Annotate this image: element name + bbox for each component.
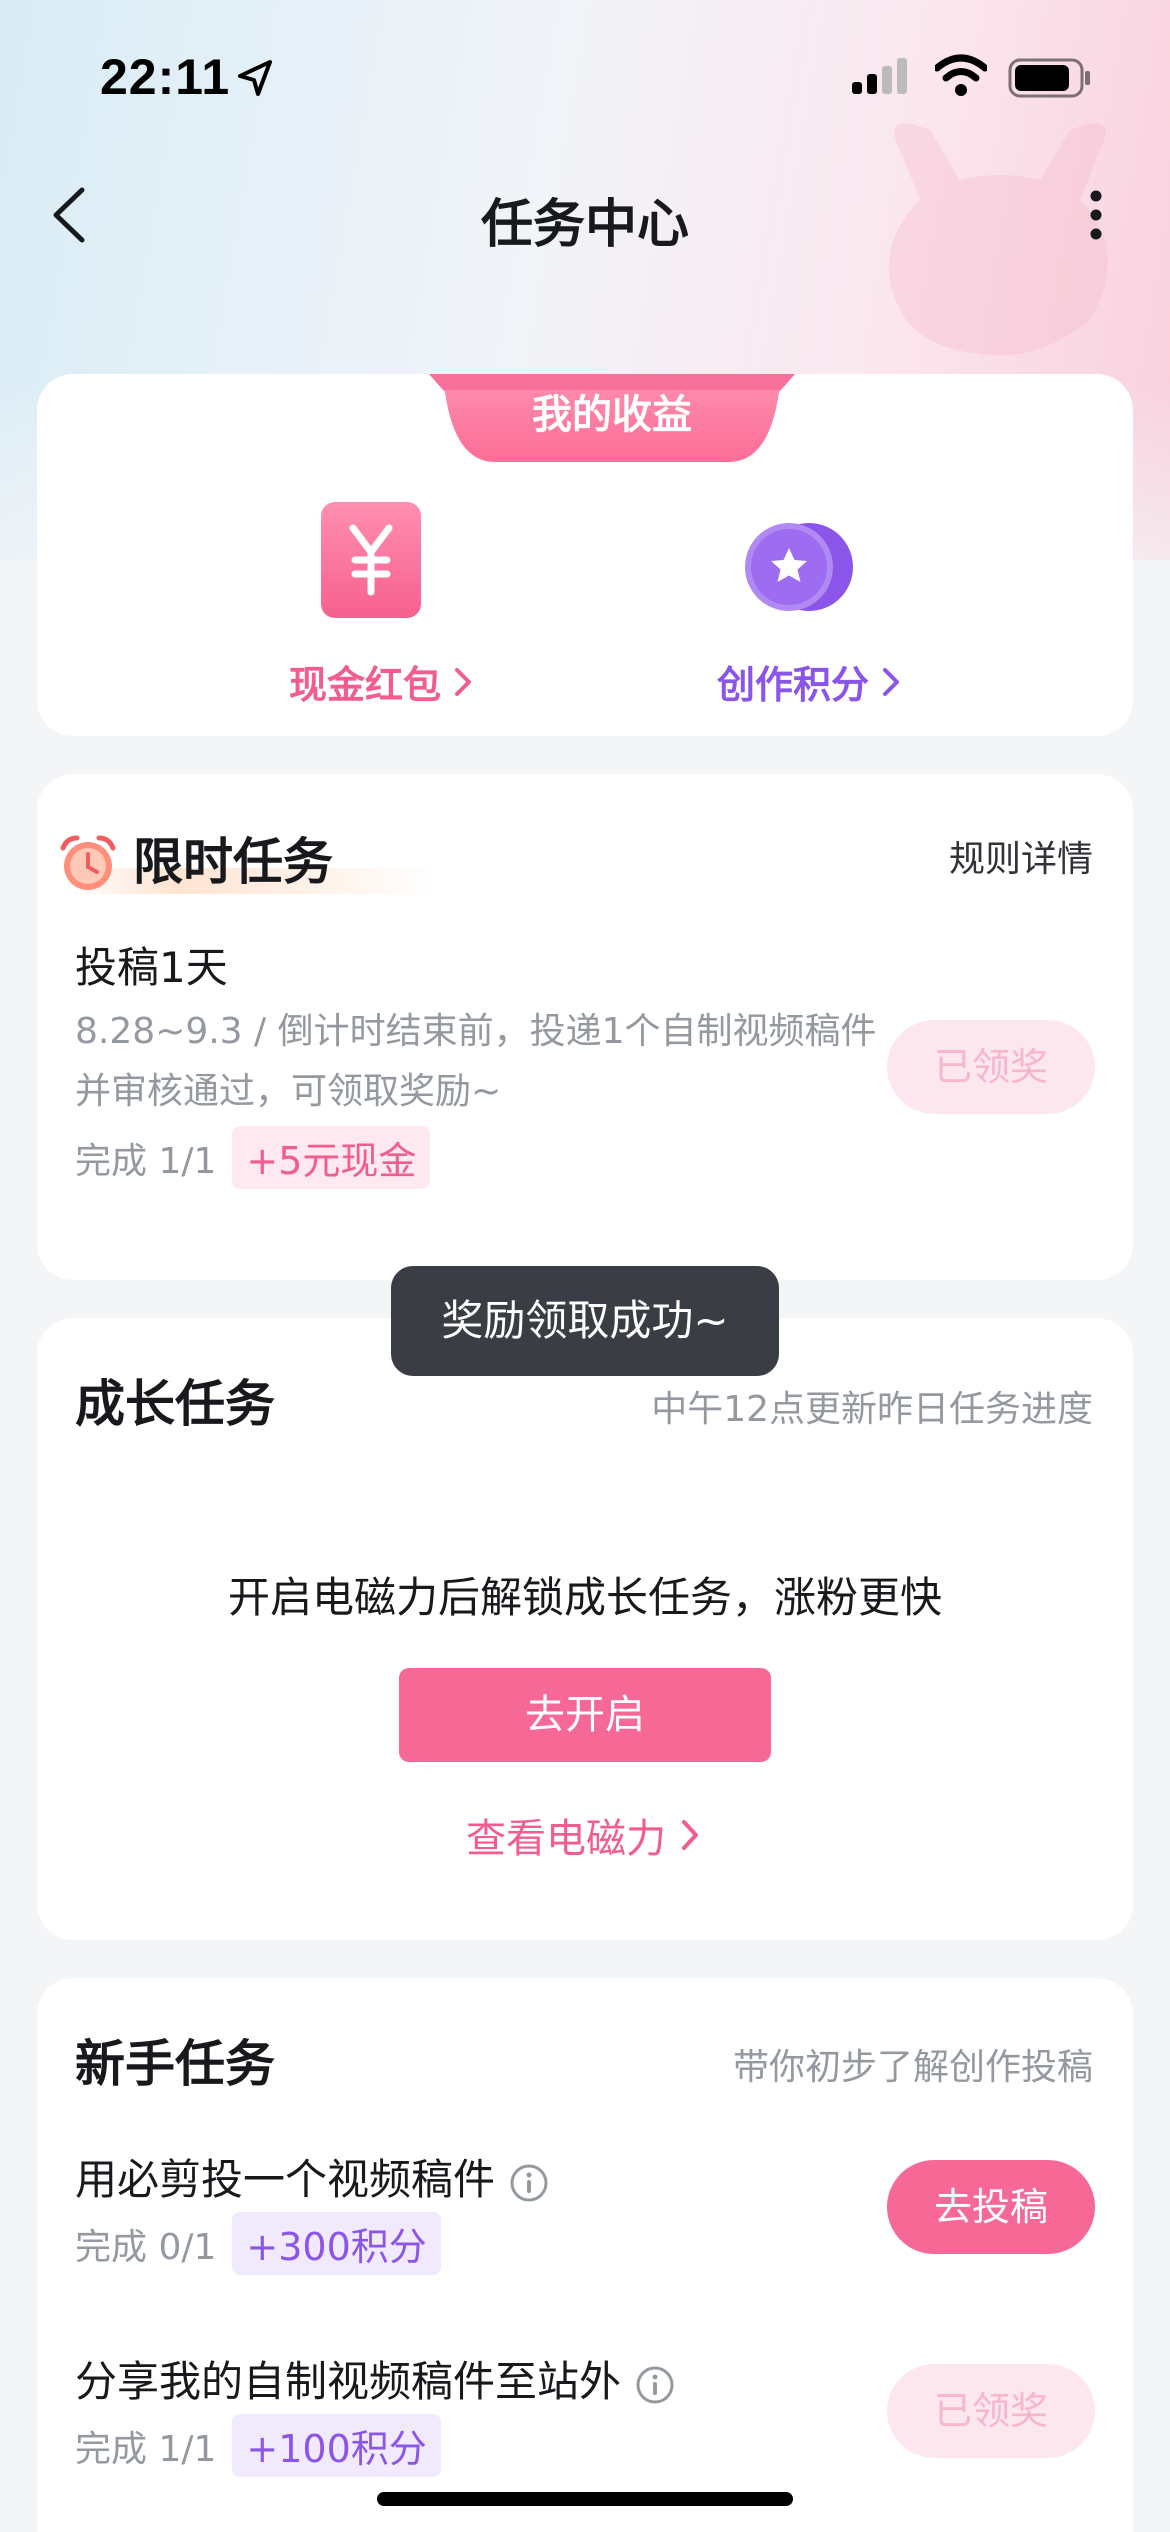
info-icon[interactable] (509, 2163, 549, 2203)
location-arrow-icon (238, 60, 272, 96)
growth-unlock-message: 开启电磁力后解锁成长任务，涨粉更快 (227, 1573, 942, 1622)
earnings-title: 我的收益 (532, 392, 692, 438)
status-bar: 22:11 (0, 0, 1170, 150)
status-time: 22:11 (100, 49, 231, 105)
newbie-task-title: 新手任务 (75, 2035, 275, 2093)
task-progress: 完成 1/1 (75, 2428, 217, 2470)
chevron-right-icon (455, 667, 472, 696)
limited-task-card: 限时任务 规则详情 投稿1天 8.28~9.3 / 倒计时结束前，投递1个自制视… (37, 774, 1133, 1280)
limited-task-title: 限时任务 (133, 833, 333, 891)
enable-button[interactable]: 去开启 (399, 1668, 771, 1762)
reward-claimed-toast: 奖励领取成功~ (391, 1266, 779, 1376)
reward-badge: +300积分 (232, 2212, 441, 2275)
reward-badge: +100积分 (232, 2414, 441, 2477)
home-indicator[interactable] (377, 2492, 793, 2506)
task-progress-row: 完成 1/1 +100积分 (75, 2414, 441, 2477)
cellular-signal-icon (852, 58, 907, 94)
task-name-row: 分享我的自制视频稿件至站外 (75, 2348, 675, 2409)
navigation-bar: 任务中心 (0, 170, 1170, 260)
creation-points-star-icon[interactable] (739, 520, 859, 614)
reward-badge: +5元现金 (232, 1126, 431, 1189)
submit-button[interactable]: 去投稿 (887, 2160, 1095, 2254)
rules-detail-link[interactable]: 规则详情 (949, 830, 1093, 882)
task-name: 用必剪投一个视频稿件 (75, 2155, 496, 2204)
view-em-power-label: 查看电磁力 (466, 1816, 666, 1862)
newbie-task-card: 新手任务 带你初步了解创作投稿 用必剪投一个视频稿件 完成 0/1 +300积分… (37, 1978, 1133, 2532)
page-title: 任务中心 (480, 195, 689, 255)
battery-icon (1008, 58, 1090, 98)
task-name-row: 用必剪投一个视频稿件 (75, 2146, 549, 2207)
cash-red-packet-icon[interactable] (319, 500, 423, 620)
creation-points-link[interactable]: 创作积分 (717, 654, 905, 709)
alarm-clock-icon (60, 835, 116, 890)
creation-points-label: 创作积分 (717, 663, 870, 707)
cash-red-packet-link[interactable]: 现金红包 (289, 654, 477, 709)
task-progress-row: 完成 1/1 +5元现金 (75, 1126, 431, 1189)
newbie-task-subtitle: 带你初步了解创作投稿 (732, 2047, 1093, 2088)
task-progress: 完成 0/1 (75, 2226, 217, 2268)
claimed-button[interactable]: 已领奖 (887, 2364, 1095, 2458)
task-description: 8.28~9.3 / 倒计时结束前，投递1个自制视频稿件并审核通过，可领取奖励~ (75, 1011, 877, 1112)
claimed-button[interactable]: 已领奖 (887, 1020, 1095, 1114)
earnings-card: 我的收益 现金红包 创作积分 (37, 374, 1133, 736)
growth-task-subtitle: 中午12点更新昨日任务进度 (651, 1389, 1093, 1430)
task-progress-row: 完成 0/1 +300积分 (75, 2212, 441, 2275)
info-icon[interactable] (635, 2365, 675, 2405)
chevron-right-icon (883, 667, 900, 696)
more-options-icon[interactable] (1080, 182, 1112, 248)
chevron-right-icon (682, 1820, 698, 1850)
growth-task-card: 成长任务 中午12点更新昨日任务进度 开启电磁力后解锁成长任务，涨粉更快 去开启… (37, 1318, 1133, 1940)
growth-task-title: 成长任务 (75, 1375, 275, 1433)
task-progress: 完成 1/1 (75, 1140, 217, 1182)
task-name: 投稿1天 (75, 943, 228, 992)
wifi-icon (935, 54, 987, 96)
view-em-power-link[interactable]: 查看电磁力 (37, 1806, 1133, 1864)
cash-red-packet-label: 现金红包 (289, 663, 442, 707)
task-name: 分享我的自制视频稿件至站外 (75, 2357, 622, 2406)
